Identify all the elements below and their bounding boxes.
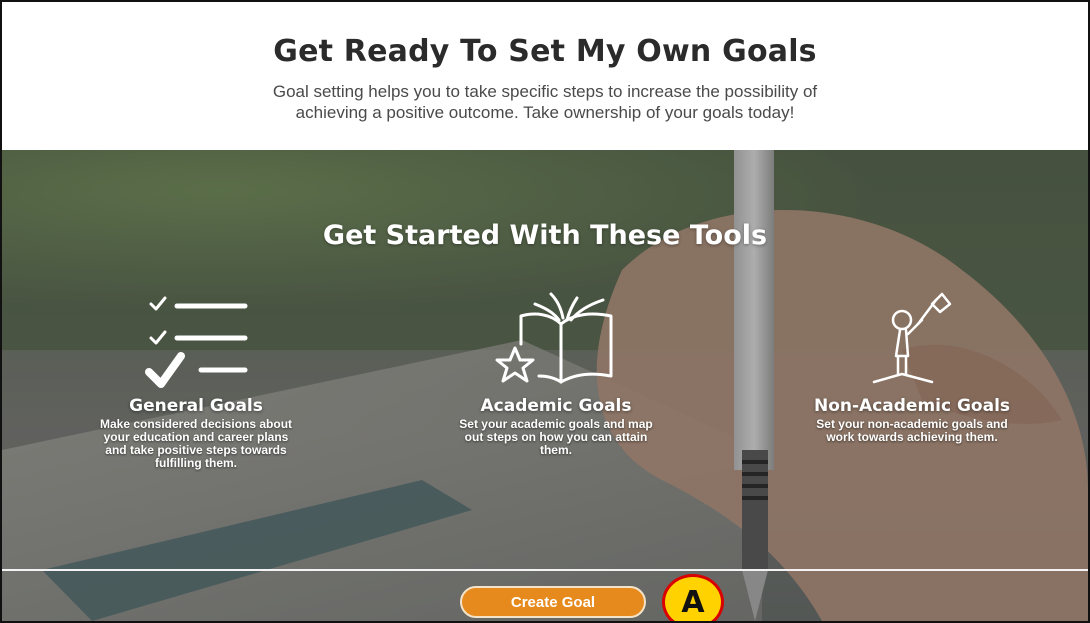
book-star-icon [495, 292, 613, 384]
create-goal-button[interactable]: Create Goal [460, 586, 646, 618]
desc-line: them. [539, 443, 572, 457]
tool-description: Set your academic goals and map out step… [438, 418, 674, 457]
desc-line: fulfilling them. [155, 456, 237, 470]
hero-banner: Get Started With These Tools General Goa… [2, 150, 1088, 621]
tool-general-goals[interactable]: General Goals Make considered decisions … [78, 290, 314, 470]
summit-flag-icon [872, 292, 952, 384]
tool-description: Set your non-academic goals and work tow… [794, 418, 1030, 444]
tool-title: General Goals [129, 396, 263, 416]
checklist-icon [145, 296, 248, 388]
tool-title: Academic Goals [480, 396, 632, 416]
page-header: Get Ready To Set My Own Goals Goal setti… [2, 2, 1088, 150]
tool-description: Make considered decisions about your edu… [78, 418, 314, 470]
page-title: Get Ready To Set My Own Goals [273, 34, 817, 69]
callout-marker-a: A [662, 574, 724, 621]
desc-line: work towards achieving them. [826, 430, 998, 444]
page-frame: Get Ready To Set My Own Goals Goal setti… [0, 0, 1090, 623]
tool-non-academic-goals[interactable]: Non-Academic Goals Set your non-academic… [794, 290, 1030, 444]
tool-title: Non-Academic Goals [813, 396, 1011, 416]
hero-divider [2, 569, 1088, 571]
subtitle-line: Goal setting helps you to take specific … [272, 82, 818, 101]
tools-heading: Get Started With These Tools [322, 220, 768, 251]
subtitle-line: achieving a positive outcome. Take owner… [295, 103, 795, 122]
page-subtitle: Goal setting helps you to take specific … [215, 81, 875, 123]
tool-academic-goals[interactable]: Academic Goals Set your academic goals a… [438, 290, 674, 457]
